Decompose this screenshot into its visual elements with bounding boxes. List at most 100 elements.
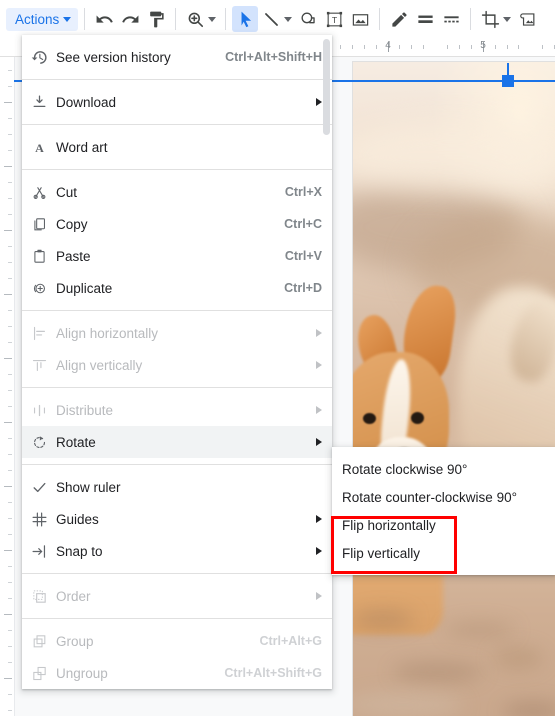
line-dash-icon[interactable] bbox=[438, 6, 464, 32]
menu-separator bbox=[22, 464, 332, 465]
menu-item-label: Copy bbox=[56, 216, 88, 232]
vertical-ruler[interactable] bbox=[0, 38, 15, 716]
submenu-item-rotate-counter-clockwise-90[interactable]: Rotate counter-clockwise 90° bbox=[332, 483, 555, 511]
menu-item-download[interactable]: Download bbox=[22, 86, 332, 118]
menu-item-shortcut: Ctrl+X bbox=[284, 185, 322, 199]
menu-item-label: Group bbox=[56, 633, 94, 649]
menu-item-label: Cut bbox=[56, 184, 78, 200]
align-horizontal-icon bbox=[22, 325, 56, 342]
menu-item-label: Paste bbox=[56, 248, 91, 264]
submenu-arrow-icon bbox=[316, 98, 322, 106]
ground-texture bbox=[503, 702, 555, 716]
actions-button[interactable]: Actions bbox=[6, 7, 79, 31]
toolbar: Actions T bbox=[0, 0, 555, 38]
line-dropdown-caret-icon[interactable] bbox=[284, 16, 293, 22]
menu-separator bbox=[22, 310, 332, 311]
menu-item-label: Show ruler bbox=[56, 479, 121, 495]
slide-page[interactable] bbox=[353, 62, 555, 716]
submenu-item-flip-vertically[interactable]: Flip vertically bbox=[332, 539, 555, 567]
menu-item-rotate[interactable]: Rotate bbox=[22, 426, 332, 458]
actions-dropdown-menu: See version history Ctrl+Alt+Shift+H Downl… bbox=[22, 35, 332, 689]
download-icon bbox=[22, 94, 56, 111]
menu-item-label: Word art bbox=[56, 139, 108, 155]
menu-separator bbox=[22, 124, 332, 125]
line-icon[interactable] bbox=[258, 6, 284, 32]
menu-item-duplicate[interactable]: Duplicate Ctrl+D bbox=[22, 272, 332, 304]
ground-texture bbox=[493, 647, 543, 669]
menu-item-distribute: Distribute bbox=[22, 394, 332, 426]
menu-item-align-vertically: Align vertically bbox=[22, 349, 332, 381]
ruler-label: 5 bbox=[480, 40, 486, 51]
submenu-item-flip-horizontally[interactable]: Flip horizontally bbox=[332, 511, 555, 539]
menu-item-group: Group Ctrl+Alt+G bbox=[22, 625, 332, 657]
menu-item-label: Guides bbox=[56, 511, 99, 527]
submenu-arrow-icon bbox=[316, 406, 322, 414]
menu-item-label: Download bbox=[56, 94, 117, 110]
ground-texture bbox=[445, 622, 515, 638]
line-weight-icon[interactable] bbox=[412, 6, 438, 32]
submenu-arrow-icon bbox=[316, 547, 322, 555]
menu-separator bbox=[22, 169, 332, 170]
checkmark-icon bbox=[22, 479, 56, 496]
dog-photo[interactable] bbox=[353, 62, 555, 716]
menu-item-cut[interactable]: Cut Ctrl+X bbox=[22, 176, 332, 208]
rotate-icon bbox=[22, 434, 56, 451]
menu-separator bbox=[22, 573, 332, 574]
undo-icon[interactable] bbox=[91, 6, 117, 32]
select-cursor-icon[interactable] bbox=[232, 6, 259, 32]
paint-format-icon[interactable] bbox=[143, 6, 169, 32]
paste-icon bbox=[22, 248, 56, 265]
redo-icon[interactable] bbox=[117, 6, 143, 32]
menu-item-show-ruler[interactable]: Show ruler bbox=[22, 471, 332, 503]
menu-item-paste[interactable]: Paste Ctrl+V bbox=[22, 240, 332, 272]
menu-item-label: Rotate bbox=[56, 434, 96, 450]
menu-item-align-horizontally: Align horizontally bbox=[22, 317, 332, 349]
menu-item-snap-to[interactable]: Snap to bbox=[22, 535, 332, 567]
submenu-item-rotate-clockwise-90[interactable]: Rotate clockwise 90° bbox=[332, 455, 555, 483]
menu-item-shortcut: Ctrl+D bbox=[284, 281, 322, 295]
menu-item-label: Ungroup bbox=[56, 665, 108, 681]
zoom-icon[interactable] bbox=[182, 6, 208, 32]
distribute-icon bbox=[22, 402, 56, 419]
align-vertical-icon bbox=[22, 357, 56, 374]
crop-icon[interactable] bbox=[477, 6, 503, 32]
copy-icon bbox=[22, 216, 56, 233]
toolbar-divider bbox=[379, 8, 381, 30]
menu-item-label: Snap to bbox=[56, 543, 103, 559]
pen-icon[interactable] bbox=[386, 6, 412, 32]
toolbar-divider bbox=[175, 8, 177, 30]
ruler-label: 4 bbox=[385, 40, 391, 51]
group-icon bbox=[22, 633, 56, 650]
menu-item-word-art[interactable]: A Word art bbox=[22, 131, 332, 163]
ground-texture bbox=[353, 692, 463, 716]
shape-icon[interactable] bbox=[295, 6, 321, 32]
image-options-icon[interactable] bbox=[514, 6, 540, 32]
menu-item-label: See version history bbox=[56, 49, 171, 65]
svg-text:A: A bbox=[35, 140, 44, 154]
insert-image-icon[interactable] bbox=[347, 6, 373, 32]
ground-texture bbox=[353, 610, 413, 628]
zoom-dropdown-caret-icon[interactable] bbox=[208, 16, 217, 22]
crop-dropdown-caret-icon[interactable] bbox=[503, 16, 512, 22]
submenu-item-label: Rotate clockwise 90° bbox=[342, 461, 468, 477]
menu-item-shortcut: Ctrl+Alt+G bbox=[259, 634, 322, 648]
guides-icon bbox=[22, 511, 56, 528]
menu-item-label: Align vertically bbox=[56, 357, 143, 373]
ungroup-icon bbox=[22, 665, 56, 682]
menu-item-order: Order bbox=[22, 580, 332, 612]
text-box-icon[interactable]: T bbox=[321, 6, 347, 32]
menu-item-copy[interactable]: Copy Ctrl+C bbox=[22, 208, 332, 240]
submenu-arrow-icon bbox=[316, 329, 322, 337]
menu-item-guides[interactable]: Guides bbox=[22, 503, 332, 535]
menu-separator bbox=[22, 618, 332, 619]
photo-sky-blob bbox=[353, 122, 555, 192]
menu-separator bbox=[22, 387, 332, 388]
menu-item-see-version-history[interactable]: See version history Ctrl+Alt+Shift+H bbox=[22, 41, 332, 73]
menu-scrollbar[interactable] bbox=[323, 39, 330, 135]
guide-handle[interactable] bbox=[502, 75, 514, 87]
menu-item-shortcut: Ctrl+Alt+Shift+H bbox=[225, 50, 322, 64]
corgi-eye-right bbox=[411, 412, 424, 424]
menu-item-label: Distribute bbox=[56, 402, 114, 418]
drawing-app-window: 4 5 Actions T See version history Ctrl+A… bbox=[0, 0, 555, 716]
word-art-icon: A bbox=[22, 139, 56, 156]
